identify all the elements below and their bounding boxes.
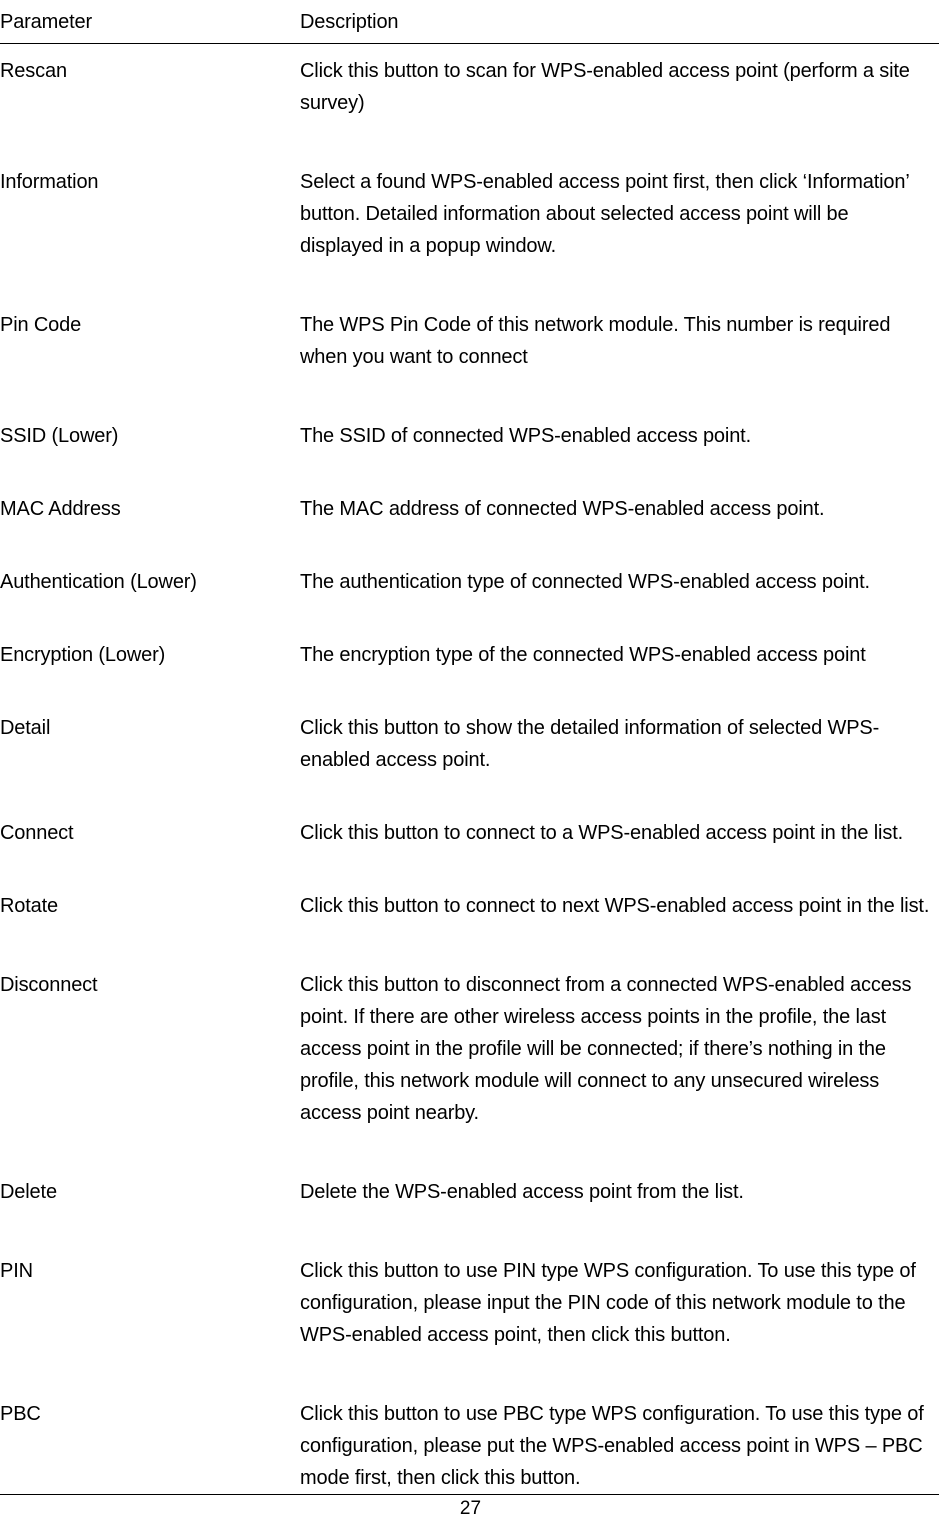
row-spacer [0,525,939,555]
row-spacer-cell [0,373,300,409]
row-spacer-cell [300,922,939,958]
row-spacer-cell [0,525,300,555]
row-spacer-cell [0,452,300,482]
row-parameter-pin-code: Pin Code [0,314,82,336]
row-parameter-authentication-lower: Authentication (Lower) [0,571,197,593]
row-spacer-cell [0,119,300,155]
table-row: Information Select a found WPS-enabled a… [0,155,939,262]
row-spacer-cell [0,922,300,958]
row-spacer-cell [0,849,300,879]
row-parameter-pbc: PBC [0,1387,300,1495]
table-body: Parameter Description Rescan Click this … [0,0,939,1495]
row-spacer [0,373,939,409]
row-description-rescan: Click this button to scan for WPS-enable… [300,60,910,114]
row-spacer-cell [300,1208,939,1244]
row-parameter-mac-address: MAC Address [0,498,121,520]
row-description-authentication-lower: The authentication type of connected WPS… [300,571,870,593]
row-spacer [0,922,939,958]
column-header-description: Description [300,0,939,44]
table-row: Delete Delete the WPS-enabled access poi… [0,1165,939,1208]
row-spacer [0,119,939,155]
row-spacer-cell [300,1351,939,1387]
row-parameter-delete: Delete [0,1181,57,1203]
row-description-detail: Click this button to show the detailed i… [300,717,880,771]
column-header-parameter: Parameter [0,0,300,44]
row-spacer-cell [300,525,939,555]
table-row: PBC Click this button to use PBC type WP… [0,1387,939,1495]
row-spacer [0,1208,939,1244]
row-spacer [0,1351,939,1387]
row-description-ssid-lower: The SSID of connected WPS-enabled access… [300,425,751,447]
row-parameter-pin: PIN [0,1260,33,1282]
table-row: Authentication (Lower) The authenticatio… [0,555,939,598]
row-description-information: Select a found WPS-enabled access point … [300,171,909,257]
row-spacer [0,1129,939,1165]
row-parameter-rotate: Rotate [0,895,59,917]
row-spacer [0,598,939,628]
page-number: 27 [459,1498,482,1519]
row-spacer [0,671,939,701]
row-description-pin: Click this button to use PIN type WPS co… [300,1260,916,1346]
row-spacer [0,452,939,482]
row-spacer-cell [300,119,939,155]
table-row: Encryption (Lower) The encryption type o… [0,628,939,671]
row-spacer-cell [0,1129,300,1165]
row-spacer-cell [300,1129,939,1165]
row-parameter-encryption-lower: Encryption (Lower) [0,644,166,666]
row-description-connect: Click this button to connect to a WPS-en… [300,822,904,844]
row-spacer-cell [0,671,300,701]
row-description-pbc: Click this button to use PBC type WPS co… [300,1387,939,1495]
table-row: MAC Address The MAC address of connected… [0,482,939,525]
row-spacer-cell [300,671,939,701]
row-parameter-ssid-lower: SSID (Lower) [0,425,119,447]
parameter-description-table: Parameter Description Rescan Click this … [0,0,939,1495]
manual-page: Parameter Description Rescan Click this … [0,0,941,1526]
row-description-mac-address: The MAC address of connected WPS-enabled… [300,498,825,520]
row-parameter-detail: Detail [0,717,51,739]
row-spacer-cell [300,262,939,298]
row-spacer-cell [0,1351,300,1387]
row-spacer-cell [300,598,939,628]
row-description-delete: Delete the WPS-enabled access point from… [300,1181,744,1203]
table-row: Rotate Click this button to connect to n… [0,879,939,922]
table-row: Disconnect Click this button to disconne… [0,958,939,1129]
row-spacer-cell [300,373,939,409]
row-spacer-cell [0,1208,300,1244]
row-spacer-cell [0,262,300,298]
row-spacer-cell [0,598,300,628]
table-row: Detail Click this button to show the det… [0,701,939,776]
row-description-encryption-lower: The encryption type of the connected WPS… [300,644,866,666]
row-parameter-information: Information [0,171,99,193]
row-parameter-connect: Connect [0,822,74,844]
table-row: PIN Click this button to use PIN type WP… [0,1244,939,1351]
table-row: Rescan Click this button to scan for WPS… [0,44,939,120]
row-description-disconnect: Click this button to disconnect from a c… [300,974,912,1124]
row-spacer-cell [0,776,300,806]
table-header-row: Parameter Description [0,0,939,44]
row-spacer [0,262,939,298]
table-row: SSID (Lower) The SSID of connected WPS-e… [0,409,939,452]
row-spacer [0,776,939,806]
row-spacer [0,849,939,879]
row-parameter-rescan: Rescan [0,60,67,82]
row-spacer-cell [300,776,939,806]
row-spacer-cell [300,849,939,879]
row-parameter-disconnect: Disconnect [0,974,98,996]
table-row: Pin Code The WPS Pin Code of this networ… [0,298,939,373]
table-row: Connect Click this button to connect to … [0,806,939,849]
row-spacer-cell [300,452,939,482]
row-description-pin-code: The WPS Pin Code of this network module.… [300,314,891,368]
row-description-rotate: Click this button to connect to next WPS… [300,895,930,917]
